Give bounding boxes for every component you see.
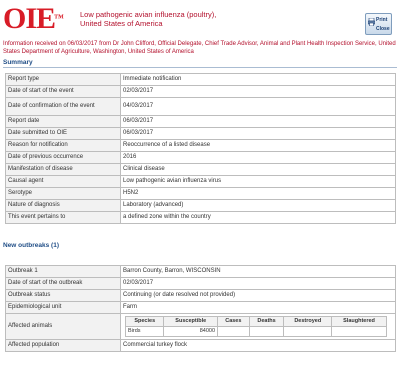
summary-divider [3, 67, 397, 68]
table-row: Nature of diagnosis Laboratory (advanced) [5, 199, 396, 212]
row-value: 04/03/2017 [120, 97, 396, 116]
table-row: Manifestation of disease Clinical disease [5, 163, 396, 176]
row-label: Report type [5, 73, 121, 86]
species-column-header: Cases [217, 316, 250, 327]
row-label: Serotype [5, 187, 121, 200]
table-row: Report date 06/03/2017 [5, 115, 396, 128]
row-label: Epidemiological unit [5, 301, 121, 314]
row-label: Date submitted to OIE [5, 127, 121, 140]
table-row: Serotype H5N2 [5, 187, 396, 200]
species-column-header: Susceptible [163, 316, 218, 327]
table-row: Date of start of the event 02/03/2017 [5, 85, 396, 98]
row-value: Immediate notification [120, 73, 396, 86]
row-label: Nature of diagnosis [5, 199, 121, 212]
table-row: This event pertains to a defined zone wit… [5, 211, 396, 224]
row-value: Barron County, Barron, WISCONSIN [120, 265, 396, 278]
species-column-header: Deaths [248, 316, 285, 327]
species-row: Birds 84000 [124, 325, 387, 337]
report-title: Low pathogenic avian influenza (poultry)… [80, 10, 216, 28]
table-row: Outbreak status Continuing (or date resol… [5, 289, 396, 302]
species-cell [331, 325, 387, 337]
species-column-header: Species [124, 316, 165, 327]
table-row: Date of confirmation of the event 04/03/2… [5, 97, 396, 116]
table-row: Causal agent Low pathogenic avian influen… [5, 175, 396, 188]
new-outbreaks-heading: New outbreaks (1) [3, 242, 59, 249]
species-cell [248, 325, 285, 337]
species-column-header: Destroyed [283, 316, 333, 327]
row-label: Causal agent [5, 175, 121, 188]
report-title-line-2: United States of America [80, 19, 163, 28]
report-title-line-1: Low pathogenic avian influenza (poultry)… [80, 10, 217, 19]
species-header-row: Species Susceptible Cases Deaths Destroyed Sl… [124, 316, 387, 327]
table-row: Affected population Commercial turkey flo… [5, 338, 396, 352]
information-received-text: Information received on 06/03/2017 from … [3, 41, 396, 55]
table-row: Reason for notification Reoccurrence of a… [5, 139, 396, 152]
oie-logo[interactable]: OIE™ [3, 4, 73, 34]
row-value: Continuing (or date resolved not provide… [120, 289, 396, 302]
table-row: Date submitted to OIE 06/03/2017 [5, 127, 396, 140]
print-close-button[interactable]: Print Close [365, 13, 392, 35]
row-value: Low pathogenic avian influenza virus [120, 175, 396, 188]
row-value: a defined zone within the country [120, 211, 396, 224]
row-value: 2016 [120, 151, 396, 164]
species-cell: Birds [124, 325, 165, 337]
row-value: Species Susceptible Cases Deaths Destroyed Sl… [120, 313, 396, 340]
row-value: H5N2 [120, 187, 396, 200]
row-value: Clinical disease [120, 163, 396, 176]
report-header: OIE™ Low pathogenic avian influenza (pou… [0, 0, 400, 38]
print-label: Print [376, 17, 388, 23]
row-label: Reason for notification [5, 139, 121, 152]
row-label: Affected population [5, 338, 121, 352]
summary-heading: Summary [3, 59, 33, 66]
row-value: Laboratory (advanced) [120, 199, 396, 212]
row-value: 06/03/2017 [120, 115, 396, 128]
table-row: Outbreak 1 Barron County, Barron, WISCONS… [5, 265, 396, 278]
table-row: Date of previous occurrence 2016 [5, 151, 396, 164]
row-label: Date of confirmation of the event [5, 97, 121, 116]
outbreak-table: Outbreak 1 Barron County, Barron, WISCONS… [5, 265, 396, 352]
row-label: Date of previous occurrence [5, 151, 121, 164]
row-value: 06/03/2017 [120, 127, 396, 140]
row-label: Manifestation of disease [5, 163, 121, 176]
row-value: Commercial turkey flock [120, 338, 396, 352]
printer-icon [368, 18, 375, 26]
species-cell: 84000 [163, 325, 218, 337]
table-row: Report type Immediate notification [5, 73, 396, 86]
species-cell [283, 325, 333, 337]
row-value: 02/03/2017 [120, 85, 396, 98]
row-value: Farm [120, 301, 396, 314]
table-row: Affected animals Species Susceptible Cases D… [5, 313, 396, 340]
table-row: Date of start of the outbreak 02/03/2017 [5, 277, 396, 290]
close-label: Close [376, 26, 390, 32]
species-table: Species Susceptible Cases Deaths Destroyed Sl… [124, 316, 387, 337]
row-label: Date of start of the event [5, 85, 121, 98]
row-label: Outbreak 1 [5, 265, 121, 278]
species-cell [217, 325, 250, 337]
row-label: Report date [5, 115, 121, 128]
row-label: Outbreak status [5, 289, 121, 302]
row-value: Reoccurrence of a listed disease [120, 139, 396, 152]
table-row: Epidemiological unit Farm [5, 301, 396, 314]
species-column-header: Slaughtered [331, 316, 387, 327]
row-label: Date of start of the outbreak [5, 277, 121, 290]
row-value: 02/03/2017 [120, 277, 396, 290]
summary-table: Report type Immediate notification Date of… [5, 73, 396, 224]
row-label: Affected animals [5, 313, 121, 340]
row-label: This event pertains to [5, 211, 121, 224]
